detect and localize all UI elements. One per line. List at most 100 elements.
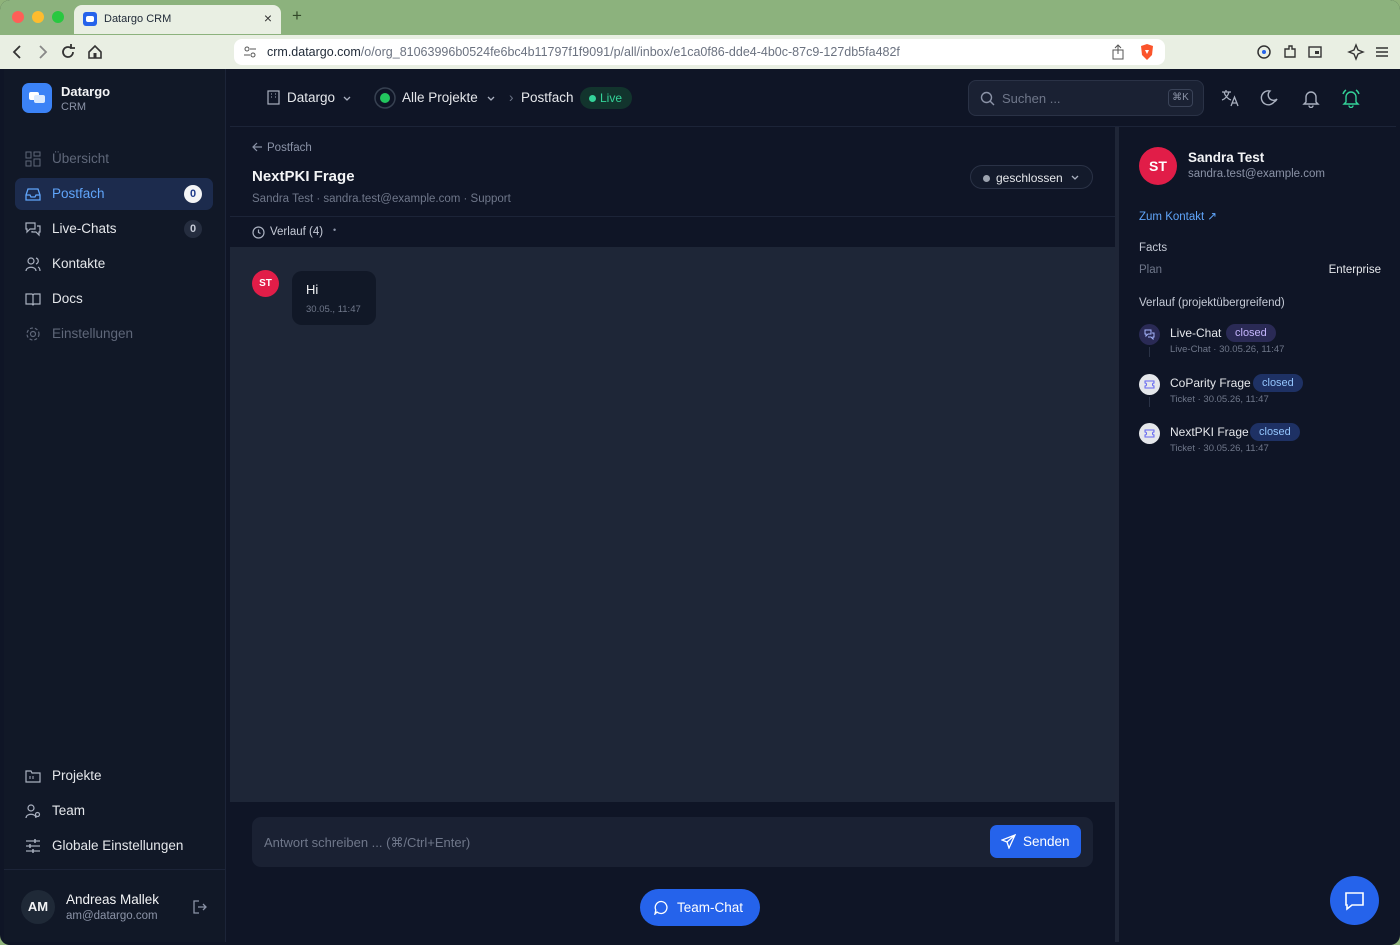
history-item-meta: Live-Chat · 30.05.26, 11:47 (1170, 344, 1285, 355)
new-tab-button[interactable]: + (292, 6, 302, 26)
brave-shield-icon[interactable] (1139, 43, 1155, 61)
history-item[interactable]: Live-Chat closed Live-Chat · 30.05.26, 1… (1139, 324, 1389, 364)
team-chat-button[interactable]: Team-Chat (640, 889, 760, 926)
brand-name: Datargo (61, 84, 111, 99)
send-icon (1001, 834, 1016, 849)
timeline-connector (1149, 347, 1150, 357)
menu-icon[interactable] (1373, 43, 1391, 61)
history-item-title: CoParity Frage (1170, 376, 1251, 390)
page-title: Postfach (521, 90, 574, 105)
status-badge: closed (1250, 423, 1300, 441)
chevron-down-icon (1071, 175, 1079, 180)
conversation-title: NextPKI Frage (252, 168, 355, 185)
history-heading: Verlauf (projektübergreifend) (1139, 297, 1285, 309)
history-indicator: • (333, 225, 337, 235)
maximize-window-button[interactable] (52, 11, 64, 23)
user-email: am@datargo.com (66, 910, 158, 922)
reply-composer[interactable]: Antwort schreiben ... (⌘/Ctrl+Enter) Sen… (252, 817, 1093, 867)
logout-icon[interactable] (192, 899, 208, 915)
building-icon (267, 90, 280, 105)
chat-bubbles-icon (29, 92, 45, 103)
sidebar-item-label: Docs (52, 291, 83, 306)
sidebar-item-kontakte[interactable]: Kontakte (15, 248, 213, 280)
history-label: Verlauf (4) (270, 226, 324, 238)
arrow-left-icon (252, 142, 262, 152)
project-status-icon (374, 87, 396, 109)
history-item-title: NextPKI Frage (1170, 425, 1249, 439)
reply-placeholder: Antwort schreiben ... (⌘/Ctrl+Enter) (264, 835, 471, 850)
leo-ai-icon[interactable] (1347, 43, 1365, 61)
site-settings-icon[interactable] (243, 45, 257, 59)
breadcrumb-separator: › (509, 90, 514, 105)
sidebar-item-postfach[interactable]: Postfach 0 (15, 178, 213, 210)
sidebar-item-live-chats[interactable]: Live-Chats 0 (15, 213, 213, 245)
extensions-icon[interactable] (1281, 43, 1299, 61)
brand-logo[interactable] (22, 83, 52, 113)
ticket-icon (1139, 423, 1160, 444)
sidebar-item-team[interactable]: Team (15, 795, 213, 827)
sidebar-item-label: Projekte (52, 768, 102, 783)
translate-icon[interactable] (1220, 88, 1240, 108)
avatar[interactable]: AM (21, 890, 55, 924)
history-toggle[interactable]: Verlauf (4) • (230, 218, 1115, 247)
minimize-window-button[interactable] (32, 11, 44, 23)
home-icon[interactable] (85, 42, 105, 62)
search-placeholder: Suchen ... (1002, 91, 1061, 106)
chat-count-badge: 0 (184, 220, 202, 238)
status-dropdown[interactable]: geschlossen (970, 165, 1093, 189)
sidebar-item-label: Einstellungen (52, 326, 134, 341)
reload-icon[interactable] (58, 42, 78, 62)
conversation-meta: Sandra Test · sandra.test@example.com · … (252, 193, 511, 205)
back-icon[interactable] (8, 42, 28, 62)
search-input[interactable]: Suchen ... ⌘K (968, 80, 1204, 116)
search-icon (980, 91, 995, 106)
history-item[interactable]: NextPKI Frage closed Ticket · 30.05.26, … (1139, 423, 1389, 463)
sidebar-item-label: Live-Chats (52, 221, 117, 236)
plan-label: Plan (1139, 264, 1163, 276)
forward-icon[interactable] (32, 42, 52, 62)
timeline-connector (1149, 397, 1150, 407)
browser-toolbar: crm.datargo.com/o/org_81063996b0524fe6bc… (0, 35, 1400, 69)
clock-icon (252, 226, 265, 239)
project-switcher[interactable]: Alle Projekte (374, 69, 500, 127)
history-item[interactable]: CoParity Frage closed Ticket · 30.05.26,… (1139, 374, 1389, 414)
bell-icon[interactable] (1301, 88, 1321, 108)
sidebar-item-projekte[interactable]: Projekte (15, 760, 213, 792)
avatar: ST (252, 270, 279, 297)
address-bar[interactable]: crm.datargo.com/o/org_81063996b0524fe6bc… (234, 39, 1165, 65)
inbox-icon (25, 188, 41, 201)
favicon-icon (83, 12, 97, 26)
chevron-down-icon (343, 96, 351, 101)
sidebar-item-einstellungen[interactable]: Einstellungen (15, 318, 213, 350)
wallet-icon[interactable] (1306, 43, 1324, 61)
org-switcher[interactable]: Datargo (266, 69, 358, 127)
url-text: crm.datargo.com/o/org_81063996b0524fe6bc… (267, 45, 900, 59)
back-to-inbox-link[interactable]: Postfach (252, 142, 312, 154)
open-contact-link[interactable]: Zum Kontakt ↗ (1139, 209, 1217, 223)
sidebar-item-docs[interactable]: Docs (15, 283, 213, 315)
moon-icon[interactable] (1260, 88, 1280, 108)
close-window-button[interactable] (12, 11, 24, 23)
team-chat-label: Team-Chat (677, 900, 744, 915)
vpn-icon[interactable] (1255, 43, 1273, 61)
history-item-meta: Ticket · 30.05.26, 11:47 (1170, 394, 1269, 405)
crm-app: Datargo CRM Übersicht Postfach 0 Live-Ch… (4, 69, 1396, 942)
team-icon (25, 804, 41, 819)
message-bubble: Hi 30.05., 11:47 (292, 271, 376, 325)
browser-tab[interactable]: Datargo CRM × (74, 5, 281, 34)
user-name: Andreas Mallek (66, 892, 160, 907)
tab-close-button[interactable]: × (264, 10, 272, 26)
send-button[interactable]: Senden (990, 825, 1081, 858)
chat-bubble-icon (654, 900, 668, 915)
share-icon[interactable] (1110, 44, 1126, 60)
sliders-icon (26, 839, 40, 853)
brand-subtitle: CRM (61, 101, 87, 113)
sidebar-item-globale-einstellungen[interactable]: Globale Einstellungen (15, 830, 213, 862)
chat-bubble-icon (1345, 892, 1364, 911)
bell-ringing-icon[interactable] (1341, 88, 1361, 108)
contact-email: sandra.test@example.com (1188, 168, 1325, 180)
conversation-panel: Postfach NextPKI Frage Sandra Test · san… (230, 127, 1115, 942)
support-chat-button[interactable] (1330, 876, 1379, 925)
sidebar-item-uebersicht[interactable]: Übersicht (15, 143, 213, 175)
avatar: ST (1139, 147, 1177, 185)
